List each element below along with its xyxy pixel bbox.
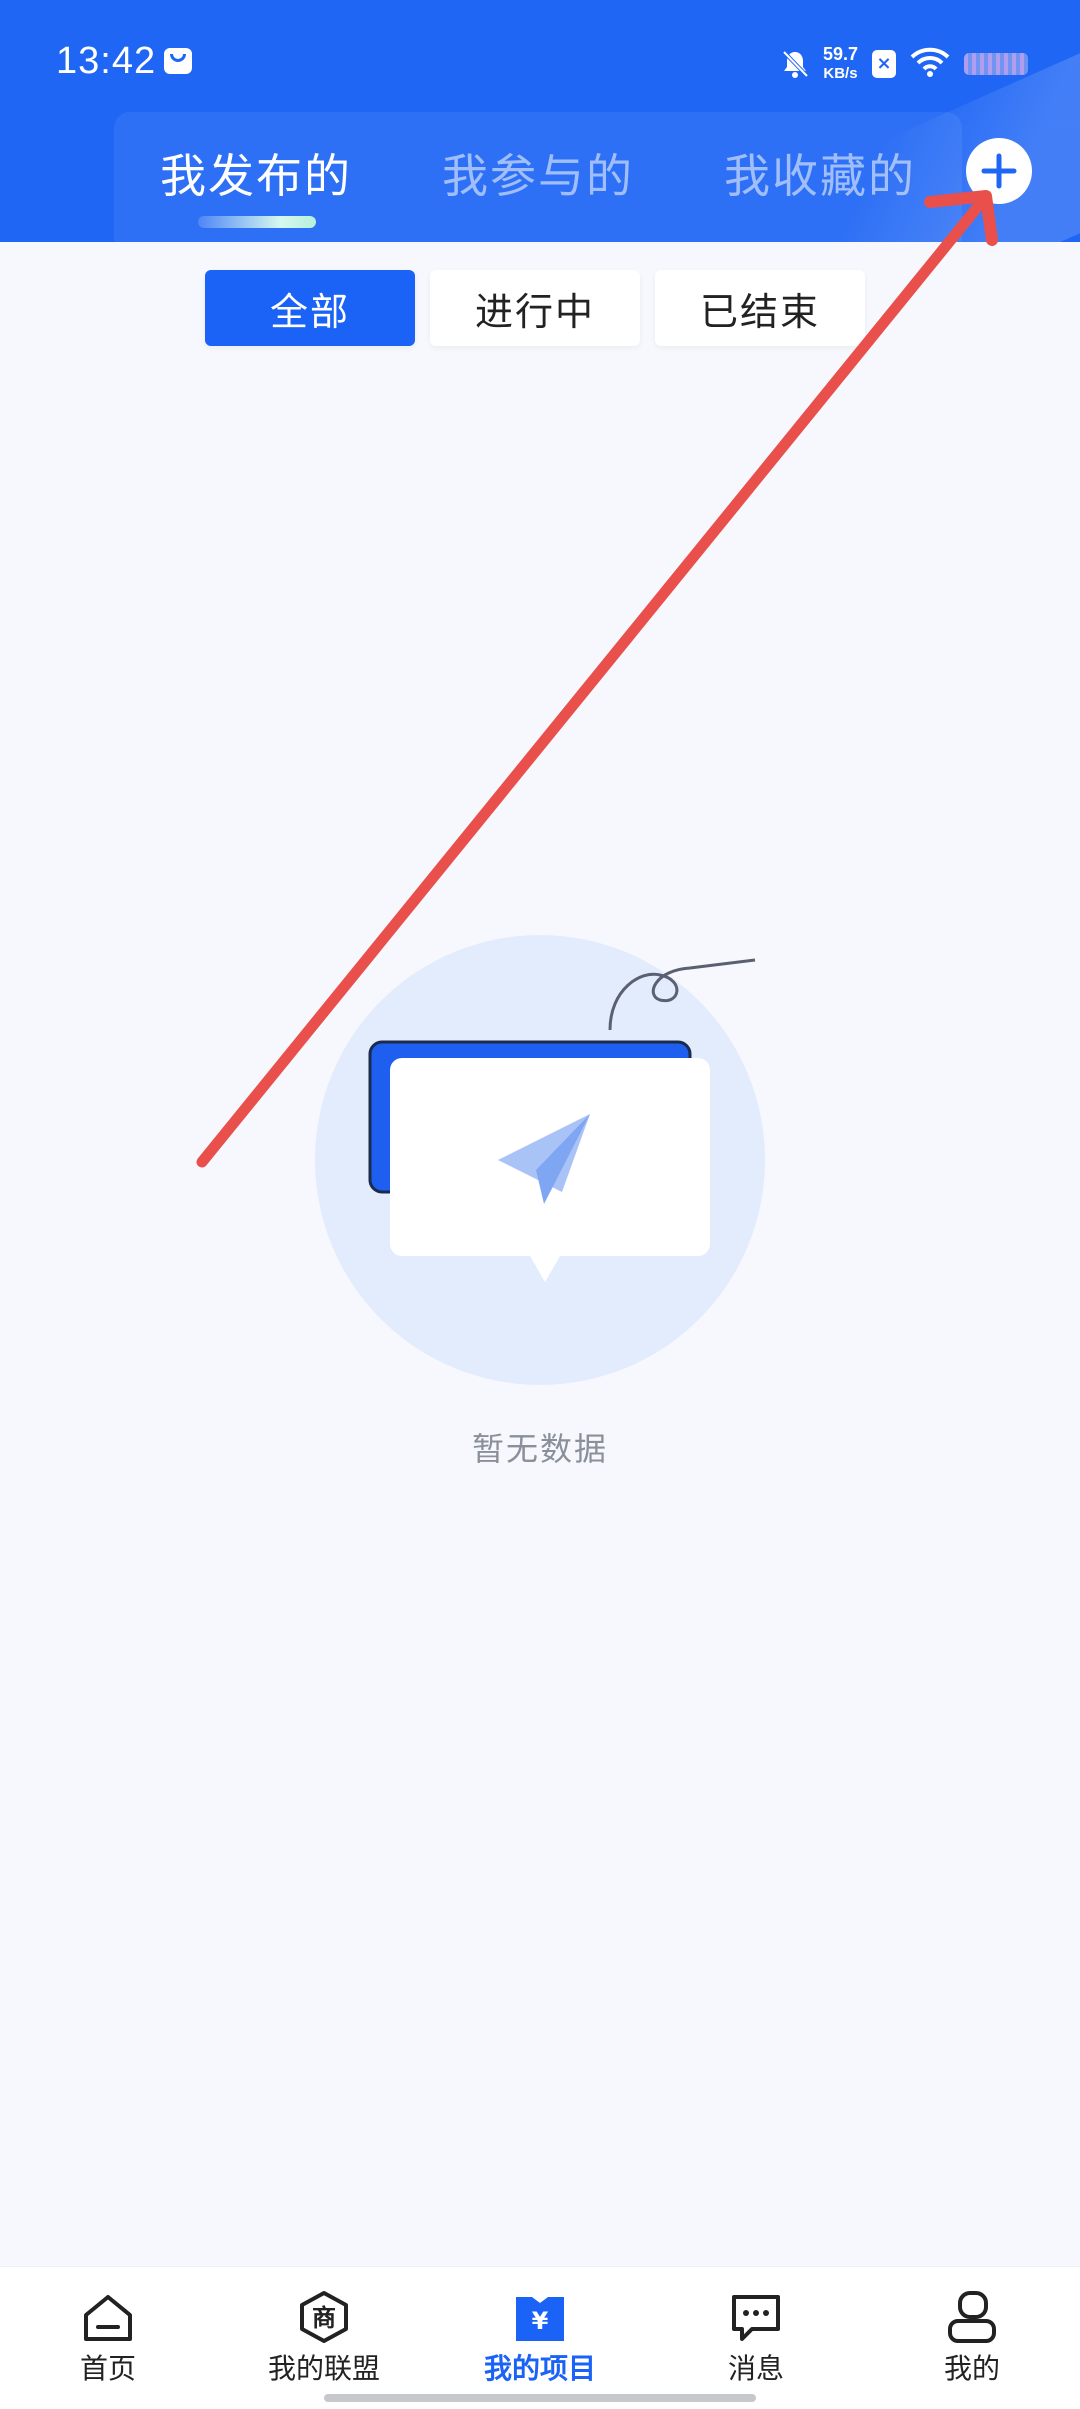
battery-icon xyxy=(964,53,1028,75)
status-time: 13:42 xyxy=(56,40,157,82)
tab-my-favorites[interactable]: 我收藏的 xyxy=(724,140,916,206)
home-indicator xyxy=(324,2394,756,2402)
filter-in-progress[interactable]: 进行中 xyxy=(430,270,640,346)
empty-illustration xyxy=(315,935,765,1385)
nav-projects[interactable]: ¥ 我的项目 xyxy=(432,2289,648,2387)
message-icon xyxy=(164,48,192,74)
tab-my-participated[interactable]: 我参与的 xyxy=(442,140,634,206)
user-icon xyxy=(948,2291,996,2343)
wifi-icon xyxy=(910,46,950,82)
nav-mine[interactable]: 我的 xyxy=(864,2289,1080,2387)
svg-text:商: 商 xyxy=(312,2304,336,2332)
add-button[interactable] xyxy=(966,138,1032,204)
nav-projects-label: 我的项目 xyxy=(483,2352,596,2385)
nav-alliance[interactable]: 商 我的联盟 xyxy=(216,2289,432,2387)
status-icons: 59.7 KB/s × xyxy=(781,42,1028,86)
tab-my-published[interactable]: 我发布的 xyxy=(160,140,352,206)
chat-icon xyxy=(732,2295,780,2341)
bell-off-icon xyxy=(781,49,809,79)
filter-ended[interactable]: 已结束 xyxy=(655,270,865,346)
svg-text:¥: ¥ xyxy=(532,2307,549,2335)
tab-indicator xyxy=(198,216,316,228)
nav-home-label: 首页 xyxy=(79,2352,136,2385)
nav-home[interactable]: 首页 xyxy=(0,2289,216,2387)
plus-icon xyxy=(981,153,1017,189)
empty-message: 暂无数据 xyxy=(471,1430,608,1468)
nav-messages-label: 消息 xyxy=(727,2352,784,2385)
net-speed-value: 59.7 xyxy=(822,44,858,64)
home-icon xyxy=(84,2295,132,2341)
nav-messages[interactable]: 消息 xyxy=(648,2289,864,2387)
header: 13:42 59.7 KB/s × 我发布的 我参与的 我收藏的 xyxy=(0,0,1080,242)
sim-x-icon: × xyxy=(872,50,896,78)
bottom-nav: 首页 商 我的联盟 ¥ 我的项目 消息 我的 xyxy=(0,2266,1080,2409)
nav-mine-label: 我的 xyxy=(943,2352,1000,2385)
net-speed: 59.7 KB/s xyxy=(823,44,858,84)
nav-alliance-label: 我的联盟 xyxy=(267,2352,380,2385)
filter-all[interactable]: 全部 xyxy=(205,270,415,346)
project-icon: ¥ xyxy=(516,2297,564,2341)
net-speed-unit: KB/s xyxy=(823,65,858,82)
shop-icon: 商 xyxy=(300,2291,348,2343)
